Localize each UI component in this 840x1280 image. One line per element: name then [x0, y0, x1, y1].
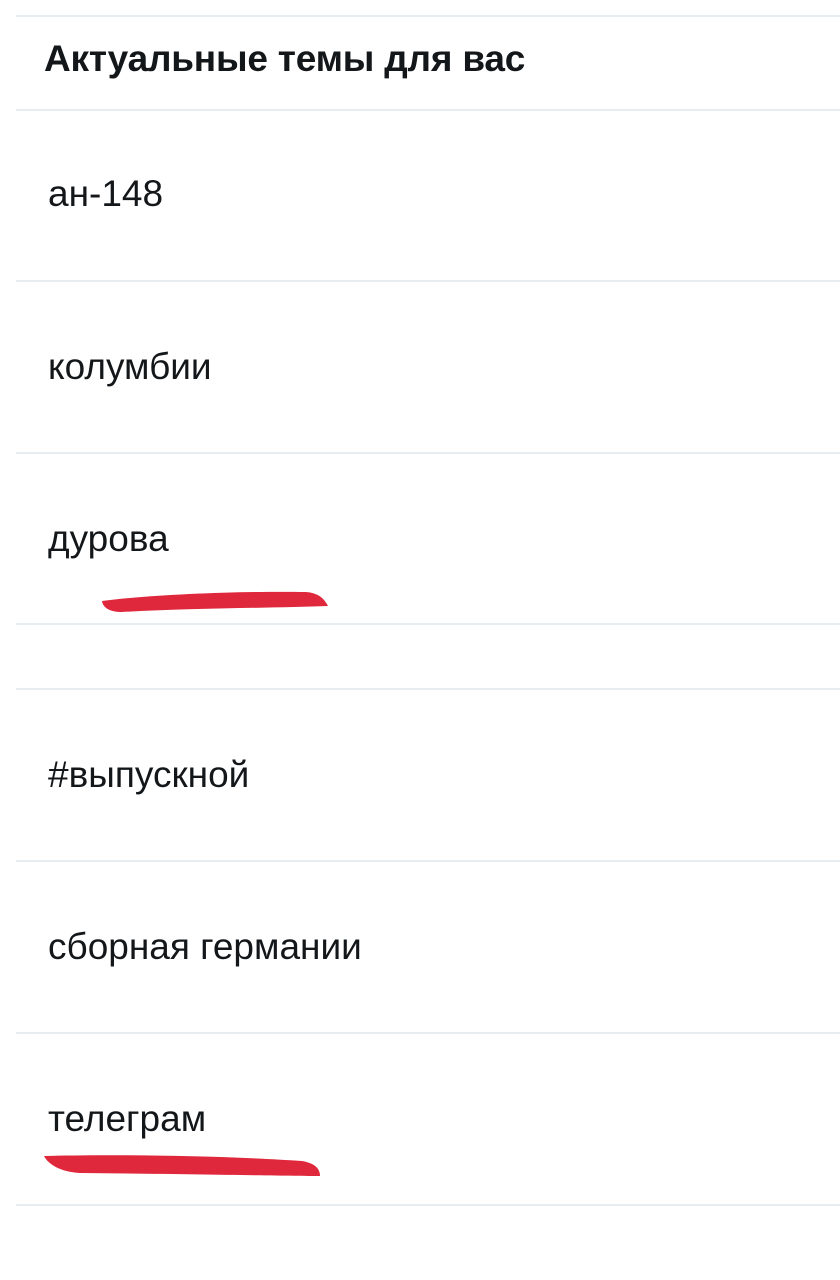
- trends-panel: Актуальные темы для вас ан-148 колумбии …: [16, 0, 840, 1280]
- trend-item[interactable]: дурова: [16, 454, 840, 623]
- trend-label: ан-148: [48, 173, 164, 214]
- trend-item[interactable]: колумбии: [16, 282, 840, 452]
- trend-label: #выпускной: [48, 754, 250, 795]
- trend-label: дурова: [48, 518, 169, 559]
- divider: [16, 1204, 840, 1206]
- red-underline-mark: [44, 1155, 320, 1176]
- red-underline-mark: [102, 591, 328, 612]
- trend-label: сборная германии: [48, 926, 362, 967]
- trend-item[interactable]: телеграм: [16, 1034, 840, 1204]
- top-divider: [16, 15, 840, 17]
- trend-item[interactable]: сборная германии: [16, 862, 840, 1032]
- trend-item[interactable]: ан-148: [16, 111, 840, 280]
- section-title: Актуальные темы для вас: [44, 38, 526, 79]
- trend-item[interactable]: #выпускной: [16, 690, 840, 860]
- trend-label: телеграм: [48, 1098, 207, 1139]
- trend-label: колумбии: [48, 346, 212, 387]
- trend-item[interactable]: [16, 625, 840, 688]
